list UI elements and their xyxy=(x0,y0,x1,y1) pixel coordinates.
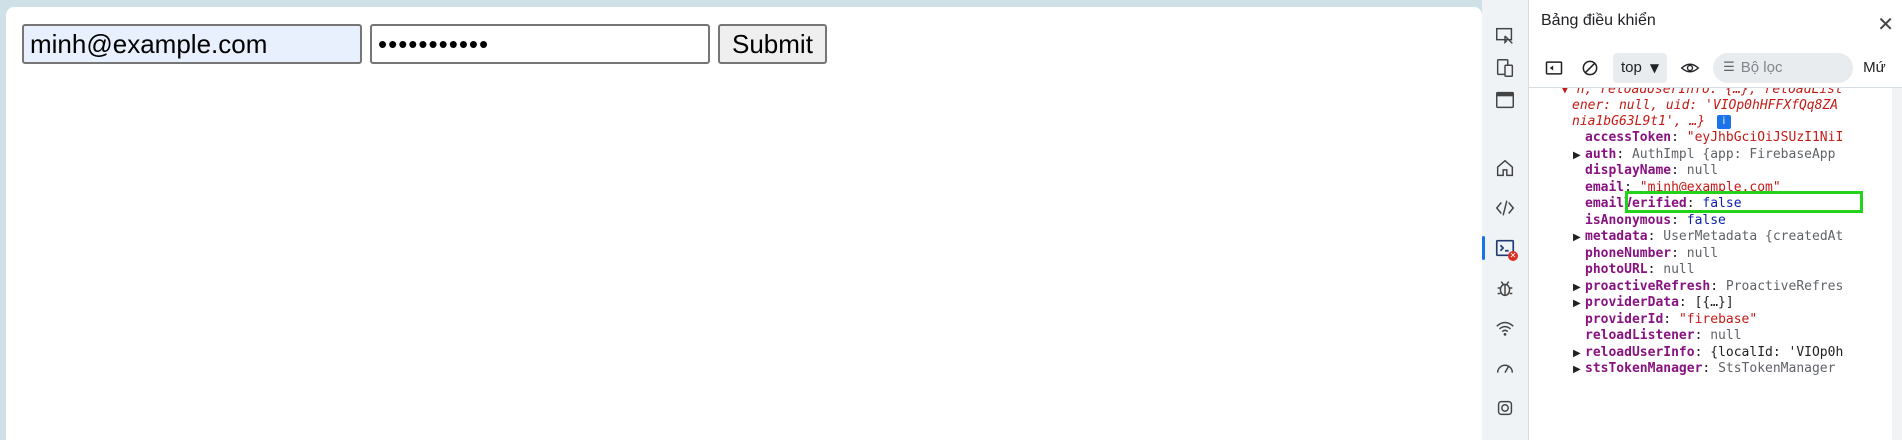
property-key: reloadListener xyxy=(1585,328,1695,343)
expand-triangle-icon[interactable]: ▶ xyxy=(1573,294,1583,314)
property-value: null xyxy=(1710,328,1742,343)
property-separator: : xyxy=(1663,311,1679,327)
error-badge-icon: ✕ xyxy=(1508,251,1518,261)
filter-input[interactable]: ☰ Bộ lọc xyxy=(1713,52,1854,83)
property-key: phoneNumber xyxy=(1585,245,1672,261)
property-separator: : xyxy=(1647,229,1664,244)
property-separator: : xyxy=(1710,278,1726,294)
property-value: AuthImpl {app: FirebaseApp xyxy=(1631,146,1836,162)
property-value: "firebase" xyxy=(1678,311,1758,327)
property-separator: : xyxy=(1647,262,1664,277)
property-key: proactiveRefresh xyxy=(1585,278,1711,294)
property-separator: : xyxy=(1694,328,1711,343)
eye-icon[interactable] xyxy=(1677,55,1703,81)
property-value: "eyJhbGciOiJSUzI1NiI xyxy=(1686,130,1844,145)
property-separator: : xyxy=(1694,344,1711,360)
property-separator: : xyxy=(1671,163,1687,178)
console-property-row[interactable]: ▶ stsTokenManager: StsTokenManager xyxy=(1573,359,1835,379)
home-icon[interactable] xyxy=(1491,154,1519,182)
context-select[interactable]: top ▼ xyxy=(1613,52,1668,83)
expand-triangle-icon[interactable]: ▶ xyxy=(1573,228,1583,248)
login-form: Submit xyxy=(22,24,827,64)
property-separator: : xyxy=(1616,146,1632,162)
property-value: UserMetadata {createdAt xyxy=(1663,229,1844,244)
bug-icon[interactable] xyxy=(1491,274,1519,302)
property-key: providerData xyxy=(1585,295,1679,310)
close-icon[interactable]: ✕ xyxy=(1877,12,1894,36)
settings-icon[interactable] xyxy=(1491,394,1519,422)
chevron-down-icon: ▼ xyxy=(1649,60,1660,75)
console-toolbar: top ▼ ☰ Bộ lọc Mứ xyxy=(1529,48,1902,88)
performance-icon[interactable] xyxy=(1491,354,1519,382)
devtools-console-panel: Bảng điều khiển ✕ top ▼ ☰ Bộ lọc Mứ ▼ n,… xyxy=(1529,0,1902,440)
property-value: [{…}] xyxy=(1694,295,1734,310)
property-separator: : xyxy=(1671,245,1687,261)
inspect-icon[interactable] xyxy=(1491,22,1519,50)
highlight-rectangle xyxy=(1625,191,1863,213)
property-key: metadata xyxy=(1585,229,1648,244)
info-icon[interactable]: i xyxy=(1716,114,1731,129)
expand-triangle-icon[interactable]: ▶ xyxy=(1573,360,1583,380)
network-icon[interactable] xyxy=(1491,314,1519,342)
clear-console-icon[interactable] xyxy=(1577,55,1603,81)
elements-icon[interactable] xyxy=(1491,194,1519,222)
submit-button[interactable]: Submit xyxy=(718,24,827,64)
property-value: null xyxy=(1686,245,1719,261)
property-key: photoURL xyxy=(1585,262,1648,277)
property-value: StsTokenManager xyxy=(1718,361,1836,376)
sidebar-toggle-icon[interactable] xyxy=(1541,55,1567,81)
email-input[interactable] xyxy=(22,24,362,64)
device-icon[interactable] xyxy=(1491,54,1519,82)
property-key: auth xyxy=(1585,146,1617,162)
property-separator: : xyxy=(1671,130,1687,145)
property-value: null xyxy=(1663,262,1695,277)
expand-triangle-icon[interactable]: ▶ xyxy=(1573,146,1583,166)
web-page: Submit xyxy=(6,7,1482,440)
property-key: stsTokenManager xyxy=(1585,361,1703,376)
property-value: {localId: 'VIOp0h xyxy=(1710,344,1844,360)
console-icon[interactable]: ✕ xyxy=(1482,234,1519,262)
property-key: displayName xyxy=(1585,163,1672,178)
property-key: email xyxy=(1585,179,1625,195)
context-label: top xyxy=(1621,59,1642,76)
console-output: ▼ n, reloadUserInfo: {…}, reloadList ene… xyxy=(1529,88,1902,440)
property-value: null xyxy=(1686,163,1719,178)
property-value: ProactiveRefres xyxy=(1725,278,1844,294)
property-key: isAnonymous xyxy=(1585,212,1672,228)
property-key: reloadUserInfo xyxy=(1585,344,1695,360)
property-value: false xyxy=(1686,212,1726,228)
console-scrollbar[interactable] xyxy=(1892,88,1902,440)
levels-dropdown[interactable]: Mứ xyxy=(1863,59,1886,76)
property-key: providerId xyxy=(1585,311,1664,327)
panel-icon[interactable] xyxy=(1491,86,1519,114)
devtools-panel: ✕ Bảng điều khiển ✕ top ▼ ☰ Bộ lọc Mứ ▼ … xyxy=(1482,0,1902,440)
devtools-title: Bảng điều khiển xyxy=(1529,0,1902,42)
filter-icon: ☰ xyxy=(1723,60,1735,75)
property-separator: : xyxy=(1678,295,1695,310)
password-input[interactable] xyxy=(370,24,710,64)
property-key: accessToken xyxy=(1585,130,1672,145)
devtools-activity-bar: ✕ xyxy=(1482,0,1529,440)
property-separator: : xyxy=(1702,361,1719,376)
filter-placeholder: Bộ lọc xyxy=(1740,59,1783,76)
property-separator: : xyxy=(1671,212,1687,228)
devtools-title-text: Bảng điều khiển xyxy=(1541,12,1656,29)
